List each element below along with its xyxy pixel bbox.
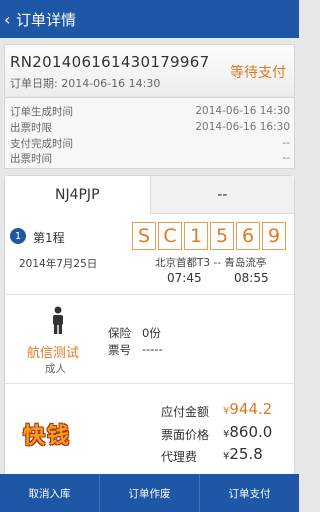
payable-amount-label: 应付金额 (161, 405, 210, 419)
order-number: RN201406161430179967 (10, 53, 210, 71)
passenger-type: 成人 (45, 363, 66, 375)
payable-amount-value: ¥944.2 (223, 400, 273, 418)
insurance-label: 保险 (108, 326, 131, 340)
segment-index-badge: 1 (10, 228, 26, 244)
departure-time: 07:45 (167, 271, 202, 285)
flight-char: 9 (262, 222, 286, 250)
flight-char: 1 (184, 222, 208, 250)
ticket-number-label: 票号 (108, 343, 131, 357)
back-chevron-icon[interactable]: ‹ (4, 10, 14, 29)
page-title: 订单详情 (16, 10, 77, 29)
void-order-button[interactable]: 订单作废 (99, 474, 199, 512)
order-status: 等待支付 (230, 65, 286, 81)
person-icon (53, 306, 63, 334)
kuaiqian-logo: 快钱 (23, 424, 72, 449)
insurance-value: 0份 (142, 326, 161, 340)
agency-fee-value: ¥25.8 (223, 445, 263, 463)
tab-pnr-1[interactable]: NJ4PJP (5, 176, 150, 214)
flight-char: 6 (236, 222, 260, 250)
pay-order-button[interactable]: 订单支付 (199, 474, 299, 512)
order-summary: RN201406161430179967 订单日期: 2014-06-16 14… (4, 44, 295, 96)
tab-pnr-2[interactable]: -- (149, 176, 294, 214)
time-row: 订单生成时间 2014-06-16 14:30 (10, 105, 290, 118)
booking-detail: NJ4PJP -- 1 第1程 2014年7月25日 S C 1 5 6 9 北… (4, 175, 295, 475)
divider (5, 383, 294, 384)
time-row: 出票时间 -- (10, 152, 290, 165)
arrival-time: 08:55 (234, 271, 269, 285)
time-row: 出票时限 2014-06-16 16:30 (10, 121, 290, 134)
order-date: 订单日期: 2014-06-16 14:30 (10, 77, 161, 90)
ticket-price-label: 票面价格 (161, 428, 210, 442)
flight-number: S C 1 5 6 9 (132, 222, 286, 250)
order-times: 订单生成时间 2014-06-16 14:30 出票时限 2014-06-16 16… (4, 97, 295, 169)
flight-route: 北京首都T3 -- 青岛流亭 (155, 257, 267, 269)
bottom-action-bar: 取消入库 订单作废 订单支付 (0, 474, 299, 512)
flight-char: C (158, 222, 182, 250)
divider (5, 294, 294, 295)
title-bar: ‹ 订单详情 (0, 0, 299, 38)
passenger-name: 航信测试 (27, 346, 80, 361)
flight-char: S (132, 222, 156, 250)
pnr-tabs: NJ4PJP -- (5, 176, 294, 214)
cancel-button[interactable]: 取消入库 (0, 474, 99, 512)
segment-date: 2014年7月25日 (19, 258, 98, 270)
time-row: 支付完成时间 -- (10, 137, 290, 150)
agency-fee-label: 代理费 (161, 450, 198, 464)
segment-label: 第1程 (33, 231, 65, 245)
ticket-price-value: ¥860.0 (223, 423, 273, 441)
ticket-number-value: ----- (142, 342, 163, 356)
flight-char: 5 (210, 222, 234, 250)
